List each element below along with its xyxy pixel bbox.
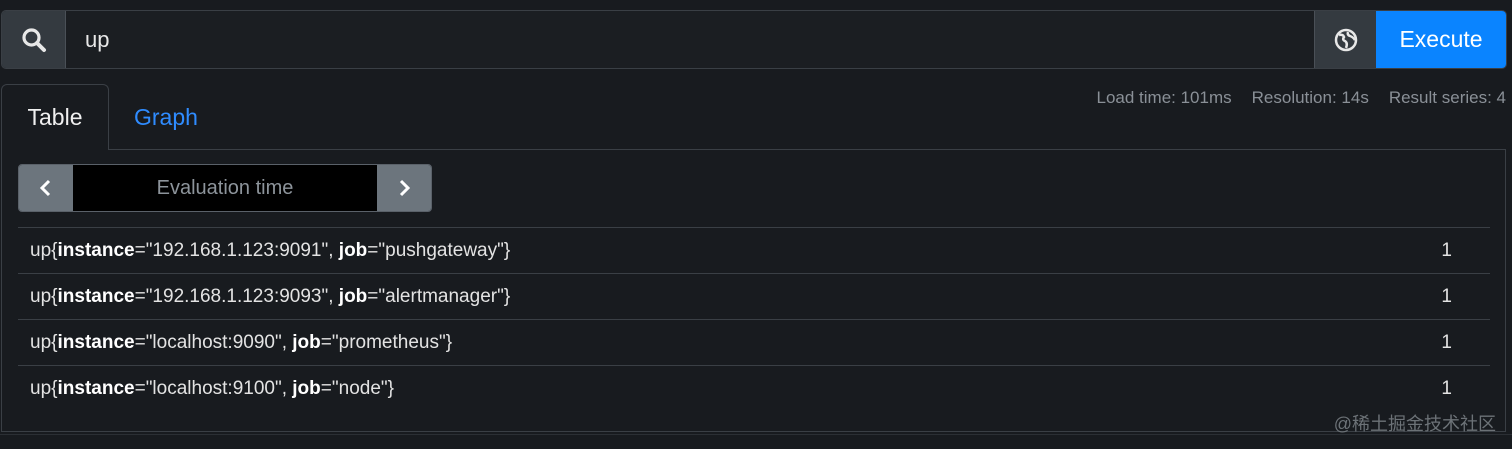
load-time: Load time: 101ms [1096,88,1232,107]
chevron-left-icon[interactable] [19,165,73,211]
query-stats: Load time: 101ms Resolution: 14s Result … [1097,88,1507,108]
table-row: up{instance="localhost:9100", job="node"… [18,365,1490,411]
result-series: Result series: 4 [1388,88,1506,107]
chevron-right-icon[interactable] [377,165,431,211]
tab-graph[interactable]: Graph [134,84,198,150]
result-table: up{instance="192.168.1.123:9091", job="p… [18,227,1490,411]
divider [0,434,1512,435]
resolution: Resolution: 14s [1251,88,1369,107]
series-label: up{instance="192.168.1.123:9091", job="p… [30,239,511,261]
series-value: 1 [1441,331,1452,353]
series-label: up{instance="localhost:9090", job="prome… [30,331,453,353]
evaluation-time-picker [18,164,432,212]
table-row: up{instance="192.168.1.123:9093", job="a… [18,273,1490,319]
table-row: up{instance="192.168.1.123:9091", job="p… [18,227,1490,273]
execute-button[interactable]: Execute [1376,11,1506,68]
series-value: 1 [1441,239,1452,261]
series-value: 1 [1441,285,1452,307]
tab-table[interactable]: Table [1,84,109,150]
table-panel: up{instance="192.168.1.123:9091", job="p… [1,149,1506,432]
query-input[interactable] [66,11,1314,68]
table-row: up{instance="localhost:9090", job="prome… [18,319,1490,365]
globe-icon [1334,28,1357,51]
watermark: @稀土掘金技术社区 [1333,414,1496,434]
series-label: up{instance="localhost:9100", job="node"… [30,377,394,399]
series-label: up{instance="192.168.1.123:9093", job="a… [30,285,511,307]
search-icon[interactable] [2,11,66,68]
evaluation-time-input[interactable] [73,165,377,211]
metrics-explorer-button[interactable] [1314,11,1376,68]
series-value: 1 [1441,377,1452,399]
query-bar: Execute [1,10,1507,69]
